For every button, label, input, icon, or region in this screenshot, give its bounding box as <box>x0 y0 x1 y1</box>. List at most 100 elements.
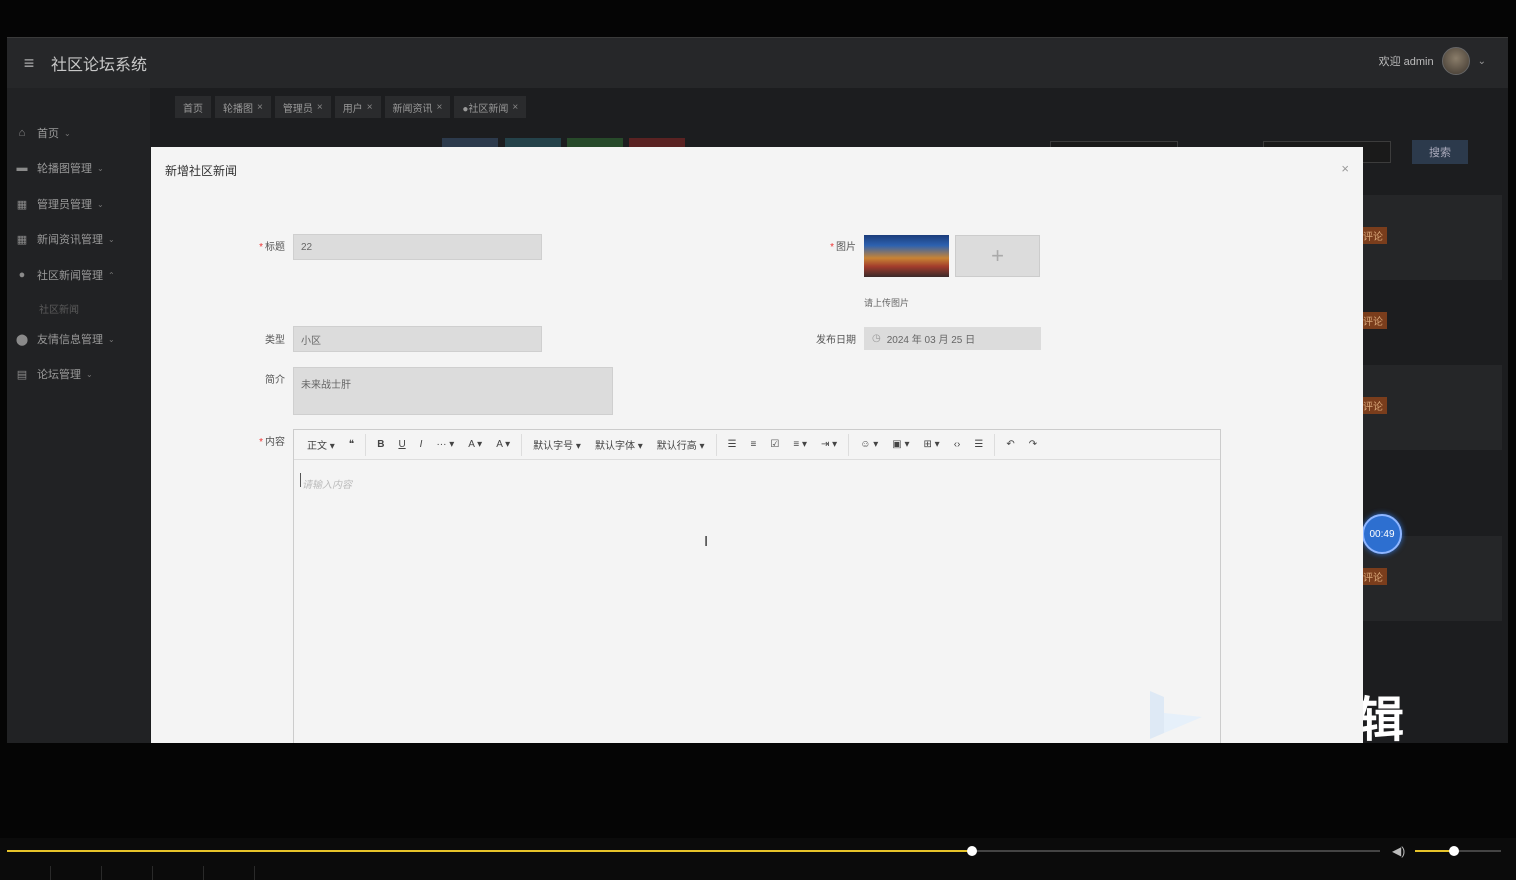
forum-icon: ▤ <box>16 368 28 381</box>
undo-icon[interactable]: ↶ <box>999 439 1021 450</box>
sidebar-item-news[interactable]: ▦ 新闻资讯管理 ⌄ <box>7 227 150 251</box>
progress-handle[interactable] <box>967 846 978 856</box>
font-color-icon[interactable]: A ▾ <box>461 439 489 450</box>
upload-hint: 请上传图片 <box>864 298 910 308</box>
text-cursor-icon: I <box>704 533 709 550</box>
align-icon[interactable]: ≡ ▾ <box>786 439 814 450</box>
font-size-dropdown[interactable]: 默认字号 ▾ <box>526 437 588 452</box>
date-label: 发布日期 <box>816 335 856 346</box>
bullet-list-icon[interactable]: ☰ <box>721 439 744 450</box>
divider-icon[interactable]: ☰ <box>967 439 990 450</box>
footer-segment <box>102 866 153 880</box>
more-icon[interactable]: ··· ▾ <box>429 439 461 450</box>
recording-timer[interactable]: 00:49 <box>1362 514 1402 554</box>
uploaded-image-thumbnail[interactable] <box>864 235 949 277</box>
separator <box>848 433 850 456</box>
editor-toolbar: 正文 ▾ ❝ B U I ··· ▾ A ▾ A ▾ 默认字号 ▾ 默认字体 ▾… <box>294 430 1220 460</box>
sidebar-item-label: 首页 <box>37 128 59 140</box>
code-icon[interactable]: ‹› <box>947 439 968 450</box>
text-caret <box>300 473 301 487</box>
close-icon[interactable]: × <box>1341 161 1349 176</box>
indent-icon[interactable]: ⇥ ▾ <box>814 439 844 450</box>
sidebar-item-label: 社区新闻管理 <box>37 270 103 282</box>
content-label: * 内容 <box>259 437 285 448</box>
tab-label: 管理员 <box>282 103 313 115</box>
upload-image-button[interactable]: + <box>955 235 1040 277</box>
sidebar-item-community-news[interactable]: ● 社区新闻管理 ⌃ <box>7 263 150 287</box>
todo-icon[interactable]: ☑ <box>763 439 786 450</box>
image-icon: ▬ <box>16 162 28 174</box>
volume-slider[interactable] <box>1415 846 1501 856</box>
bold-icon[interactable]: B <box>370 439 391 450</box>
tab-home[interactable]: 首页 <box>175 96 211 118</box>
app-title: 社区论坛系统 <box>51 57 148 74</box>
volume-handle[interactable] <box>1448 846 1459 856</box>
news-icon: ▦ <box>16 233 28 246</box>
progress-bar[interactable] <box>7 846 1380 856</box>
avatar[interactable] <box>1441 47 1470 75</box>
sidebar-item-home[interactable]: ⌂ 首页 ⌄ <box>7 121 150 145</box>
chevron-down-icon: ⌄ <box>97 199 104 209</box>
volume-icon[interactable]: ◀) <box>1392 844 1405 858</box>
summary-textarea[interactable]: 未来战士肝 <box>293 367 613 415</box>
tab-community-news[interactable]: ●社区新闻 × <box>454 96 527 118</box>
summary-label: 简介 <box>265 375 285 386</box>
publish-date-picker[interactable]: ◷ 2024 年 03 月 25 日 <box>864 327 1041 350</box>
separator <box>365 433 367 456</box>
paragraph-dropdown[interactable]: 正文 ▾ <box>300 437 342 452</box>
close-icon[interactable]: × <box>367 102 373 113</box>
sidebar-item-carousel[interactable]: ▬ 轮播图管理 ⌄ <box>7 156 150 180</box>
type-label: 类型 <box>265 335 285 346</box>
close-icon[interactable]: × <box>257 102 263 113</box>
screen: ≡ 社区论坛系统 欢迎 admin ⌄ ⌂ 首页 ⌄ ▬ 轮播图管理 ⌄ ▦ 管理员… <box>0 0 1516 880</box>
close-icon[interactable]: × <box>437 102 443 113</box>
separator <box>521 433 523 456</box>
quote-icon[interactable]: ❝ <box>342 439 361 450</box>
separator <box>715 433 717 456</box>
sidebar-subitem-community-news[interactable]: 社区新闻 <box>39 301 79 316</box>
tab-news[interactable]: 新闻资讯 × <box>384 96 451 118</box>
admin-icon: ▦ <box>16 198 28 211</box>
dialog-title: 新增社区新闻 <box>165 164 238 178</box>
menu-icon[interactable]: ≡ <box>7 53 51 74</box>
tab-label: 新闻资讯 <box>392 103 433 115</box>
top-bar: ≡ 社区论坛系统 欢迎 admin ⌄ <box>7 38 1508 88</box>
close-icon[interactable]: × <box>512 102 518 113</box>
italic-icon[interactable]: I <box>413 439 430 450</box>
title-input[interactable]: 22 <box>293 234 542 260</box>
numbered-list-icon[interactable]: ≡ <box>744 439 764 450</box>
tab-label: 轮播图 <box>223 103 253 115</box>
user-menu[interactable]: 欢迎 admin ⌄ <box>1379 47 1486 75</box>
tab-carousel[interactable]: 轮播图 × <box>215 96 271 118</box>
editor-content-area[interactable]: 请输入内容 <box>294 460 1220 743</box>
rich-text-editor: 正文 ▾ ❝ B U I ··· ▾ A ▾ A ▾ 默认字号 ▾ 默认字体 ▾… <box>293 429 1221 743</box>
table-row: 评论 <box>1355 195 1502 280</box>
type-input[interactable]: 小区 <box>293 326 542 352</box>
tab-label: 用户 <box>342 103 363 115</box>
sidebar-item-label: 论坛管理 <box>37 369 81 381</box>
sidebar-item-label: 管理员管理 <box>37 199 92 211</box>
add-community-news-dialog: 新增社区新闻 × * 标题 22 * 图片 + 请上传图片 类型 小区 发布日期 ◷… <box>151 147 1363 743</box>
footer-segment <box>153 866 204 880</box>
tab-admins[interactable]: 管理员 × <box>274 96 331 118</box>
table-icon[interactable]: ⊞ ▾ <box>917 439 947 450</box>
footer-segment <box>51 866 102 880</box>
close-icon[interactable]: × <box>317 102 323 113</box>
home-icon: ⌂ <box>18 127 26 139</box>
sidebar-item-admins[interactable]: ▦ 管理员管理 ⌄ <box>7 192 150 216</box>
underline-icon[interactable]: U <box>391 439 412 450</box>
community-icon: ● <box>18 269 26 281</box>
separator <box>994 433 996 456</box>
chevron-down-icon[interactable]: ⌄ <box>1478 56 1486 67</box>
line-height-dropdown[interactable]: 默认行高 ▾ <box>650 437 712 452</box>
image-icon[interactable]: ▣ ▾ <box>885 439 916 450</box>
tab-users[interactable]: 用户 × <box>334 96 381 118</box>
redo-icon[interactable]: ↷ <box>1022 439 1044 450</box>
font-family-dropdown[interactable]: 默认字体 ▾ <box>588 437 650 452</box>
sidebar-item-forum[interactable]: ▤ 论坛管理 ⌄ <box>7 362 150 386</box>
tab-label: ●社区新闻 <box>462 103 509 115</box>
background-color-icon[interactable]: A ▾ <box>489 439 517 450</box>
emoji-icon[interactable]: ☺ ▾ <box>853 439 885 450</box>
volume-fill <box>1415 850 1454 852</box>
sidebar-item-links[interactable]: ⬤ 友情信息管理 ⌄ <box>7 327 150 351</box>
